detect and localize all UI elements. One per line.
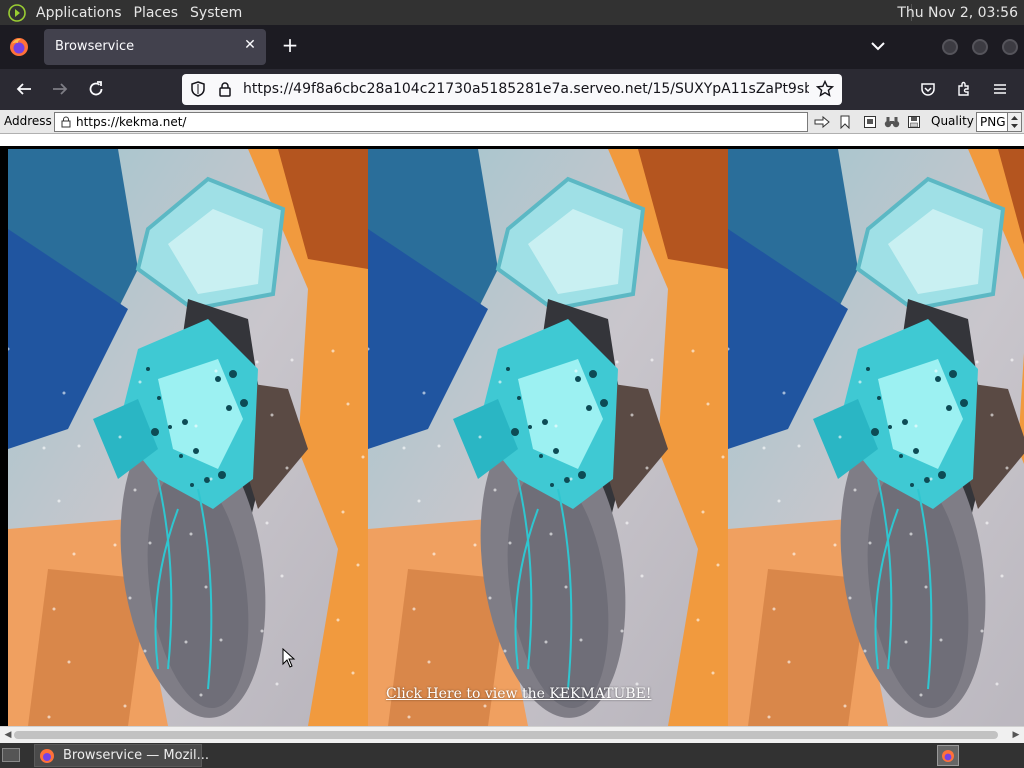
url-text[interactable]: https://49f8a6cbc28a104c21730a5185281e7a… xyxy=(243,81,809,97)
quality-label: Quality xyxy=(931,114,974,128)
chevron-down-icon[interactable] xyxy=(868,38,888,54)
tab-browservice[interactable]: Browservice ✕ xyxy=(44,29,266,65)
find-binoculars-icon[interactable] xyxy=(883,113,900,130)
new-tab-button[interactable]: + xyxy=(280,35,300,56)
tab-title: Browservice xyxy=(55,39,135,54)
clock[interactable]: Thu Nov 2, 03:56 xyxy=(897,0,1018,25)
go-arrow-icon[interactable] xyxy=(813,113,830,130)
horizontal-scrollbar[interactable]: ◀ ▶ xyxy=(0,726,1024,743)
applications-menu[interactable]: Applications xyxy=(32,5,130,21)
scrollbar-thumb[interactable] xyxy=(14,731,998,739)
bottom-taskbar: Browservice — Mozil... xyxy=(0,743,1024,768)
bookmark-star-icon[interactable] xyxy=(816,80,834,98)
pocket-icon[interactable] xyxy=(918,79,938,99)
places-menu[interactable]: Places xyxy=(130,5,187,21)
kekmatube-link[interactable]: Click Here to view the KEKMATUBE! xyxy=(386,686,651,702)
extensions-icon[interactable] xyxy=(954,79,974,99)
minimize-window-button[interactable] xyxy=(942,39,958,55)
scroll-right-arrow-icon[interactable]: ▶ xyxy=(1011,730,1021,740)
kekma-image-panel[interactable] xyxy=(368,149,728,726)
show-desktop-icon[interactable] xyxy=(2,748,20,762)
kekma-image-panel[interactable] xyxy=(728,149,1024,726)
top-panel: Applications Places System Thu Nov 2, 03… xyxy=(0,0,1024,25)
close-tab-icon[interactable]: ✕ xyxy=(242,37,258,53)
lock-icon[interactable] xyxy=(217,81,233,97)
kekma-image-panel[interactable] xyxy=(8,149,368,726)
scroll-left-arrow-icon[interactable]: ◀ xyxy=(3,730,13,740)
hamburger-menu-icon[interactable] xyxy=(990,79,1010,99)
page-left-border xyxy=(0,149,8,726)
address-field[interactable]: https://kekma.net/ xyxy=(54,112,808,132)
back-icon[interactable] xyxy=(14,79,34,99)
firefox-view-icon[interactable] xyxy=(9,37,29,57)
maximize-window-button[interactable] xyxy=(972,39,988,55)
address-label: Address xyxy=(4,114,52,128)
taskbar-window-button[interactable]: Browservice — Mozil... xyxy=(34,744,209,767)
nav-bar: https://49f8a6cbc28a104c21730a5185281e7a… xyxy=(0,69,1024,110)
clipboard-icon[interactable] xyxy=(861,113,878,130)
quality-select[interactable]: PNG xyxy=(976,112,1022,132)
save-icon[interactable] xyxy=(905,113,922,130)
page-viewport[interactable]: Click Here to view the KEKMATUBE! xyxy=(0,134,1024,726)
workspace-switcher-icon[interactable] xyxy=(937,745,959,766)
forward-icon[interactable] xyxy=(50,79,70,99)
close-window-button[interactable] xyxy=(1002,39,1018,55)
tab-strip: Browservice ✕ + xyxy=(0,25,1024,69)
mouse-pointer-icon xyxy=(282,648,296,668)
lock-icon xyxy=(61,116,71,128)
quality-value: PNG xyxy=(980,115,1006,129)
distro-logo-icon[interactable] xyxy=(6,2,28,24)
url-bar[interactable]: https://49f8a6cbc28a104c21730a5185281e7a… xyxy=(182,74,842,105)
quality-spinner-icon[interactable] xyxy=(1007,113,1021,131)
system-menu[interactable]: System xyxy=(186,5,250,21)
browservice-toolbar: Address https://kekma.net/ Quality PNG xyxy=(0,110,1024,134)
reload-icon[interactable] xyxy=(86,79,106,99)
firefox-icon xyxy=(40,749,54,763)
address-value[interactable]: https://kekma.net/ xyxy=(76,115,186,129)
bookmark-icon[interactable] xyxy=(836,113,853,130)
taskbar-window-label: Browservice — Mozil... xyxy=(63,748,210,763)
tracking-protection-shield-icon[interactable] xyxy=(190,81,206,97)
